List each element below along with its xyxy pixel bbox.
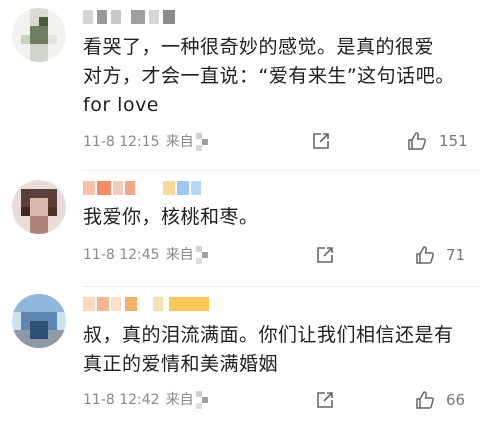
comment-text: 我爱你，核桃和枣。 xyxy=(83,203,468,232)
comment-source-label: 来自 xyxy=(165,134,194,150)
comment-text: 看哭了，一种很奇妙的感觉。是真的很爱 对方，才会一直说：“爱有来生”这句话吧。 … xyxy=(83,33,468,120)
comment-meta: 11-8 12:15 来自 xyxy=(83,131,212,153)
comment-text-line: 叔，真的泪流满面。你们让我们相信还是有 xyxy=(83,324,454,346)
comment-text-line: 看哭了，一种很奇妙的感觉。是真的很爱 xyxy=(83,36,435,58)
like-count: 66 xyxy=(446,391,466,409)
comment-time: 11-8 12:42 xyxy=(83,392,160,408)
comment-text-line: for love xyxy=(83,94,160,116)
source-obscured xyxy=(195,133,212,151)
comment-text: 叔，真的泪流满面。你们让我们相信还是有 真正的爱情和美满婚姻 xyxy=(83,321,468,379)
share-icon[interactable] xyxy=(312,132,330,150)
thumbs-up-icon[interactable] xyxy=(415,390,435,410)
comment-meta: 11-8 12:45 来自 xyxy=(83,244,212,266)
comment-text-line: 真正的爱情和美满婚姻 xyxy=(83,353,279,375)
share-icon[interactable] xyxy=(316,246,334,264)
avatar[interactable] xyxy=(12,180,66,234)
like-count: 151 xyxy=(439,132,468,150)
comment-item: 看哭了，一种很奇妙的感觉。是真的很爱 对方，才会一直说：“爱有来生”这句话吧。 … xyxy=(0,0,480,170)
comment-text-line: 我爱你，核桃和枣。 xyxy=(83,206,259,228)
source-obscured xyxy=(195,246,212,264)
comment-item: 我爱你，核桃和枣。 11-8 12:45 来自 71 xyxy=(0,171,480,287)
comment-source-label: 来自 xyxy=(165,247,194,263)
comment-text-line: 对方，才会一直说：“爱有来生”这句话吧。 xyxy=(83,65,455,87)
username-obscured[interactable] xyxy=(83,6,193,28)
share-icon[interactable] xyxy=(316,391,334,409)
username-obscured[interactable] xyxy=(83,177,213,199)
comment-source-label: 来自 xyxy=(165,392,194,408)
thumbs-up-icon[interactable] xyxy=(407,131,427,151)
avatar[interactable] xyxy=(12,294,66,348)
thumbs-up-icon[interactable] xyxy=(415,245,435,265)
like-count: 71 xyxy=(446,246,466,264)
username-obscured[interactable] xyxy=(83,293,223,315)
comment-time: 11-8 12:45 xyxy=(83,247,160,263)
comment-time: 11-8 12:15 xyxy=(83,134,160,150)
source-obscured xyxy=(195,391,212,409)
comment-item: 叔，真的泪流满面。你们让我们相信还是有 真正的爱情和美满婚姻 11-8 12:4… xyxy=(0,287,480,421)
avatar[interactable] xyxy=(12,8,66,62)
comment-meta: 11-8 12:42 来自 xyxy=(83,389,212,411)
